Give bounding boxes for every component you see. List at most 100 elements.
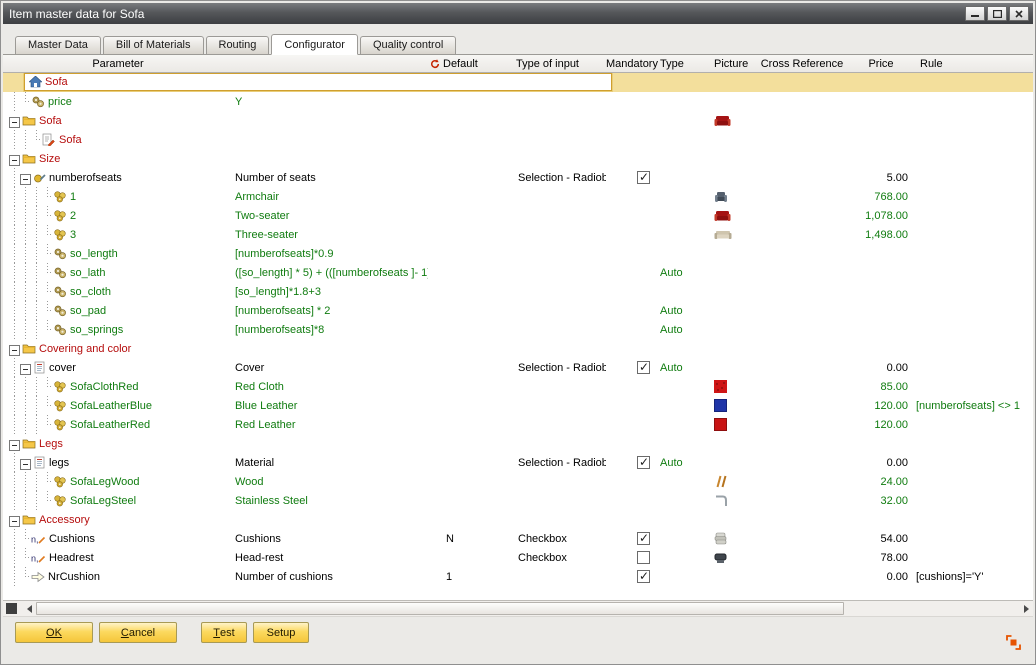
table-row[interactable]: legsMaterialSelection - RadioboxAuto0.00	[3, 453, 1033, 472]
column-header-default[interactable]: Default	[428, 55, 508, 73]
mandatory-checkbox[interactable]	[637, 551, 650, 564]
table-row[interactable]: Sofa	[3, 130, 1033, 149]
tab-configurator[interactable]: Configurator	[271, 34, 358, 55]
description-cell: Blue Leather	[233, 396, 428, 415]
table-row[interactable]: Accessory	[3, 510, 1033, 529]
rule-cell	[914, 149, 1033, 168]
description-cell: ([so_length] * 5) + (([numberofseats ]- …	[233, 263, 428, 282]
column-header-type[interactable]: Type	[658, 55, 702, 73]
type-cell	[658, 548, 702, 567]
maximize-button[interactable]	[987, 6, 1007, 21]
rule-cell	[914, 206, 1033, 225]
default-value-cell	[428, 377, 508, 396]
tab-master-data[interactable]: Master Data	[15, 36, 101, 54]
table-row[interactable]: so_cloth[so_length]*1.8+3	[3, 282, 1033, 301]
tab-quality-control[interactable]: Quality control	[360, 36, 456, 54]
price-cell-text: 1,078.00	[865, 210, 908, 222]
collapse-toggle[interactable]	[20, 174, 31, 185]
tree-guide	[9, 301, 20, 320]
rule-cell	[914, 111, 1033, 130]
rule-cell	[914, 434, 1033, 453]
column-header-rule[interactable]: Rule	[914, 55, 1033, 73]
tree-guide	[20, 472, 31, 491]
table-row[interactable]: SofaClothRedRed Cloth85.00	[3, 377, 1033, 396]
table-row[interactable]: n,CushionsCushionsNCheckbox54.00	[3, 529, 1033, 548]
table-row[interactable]: Size	[3, 149, 1033, 168]
table-row[interactable]: coverCoverSelection - RadioboxAuto0.00	[3, 358, 1033, 377]
type-of-input-cell	[508, 282, 606, 301]
resize-corner-icon[interactable]	[1006, 635, 1021, 655]
column-header-price[interactable]: Price	[848, 55, 914, 73]
mandatory-checkbox[interactable]	[637, 570, 650, 583]
tree-elbow	[42, 206, 53, 225]
close-button[interactable]	[1009, 6, 1029, 21]
folder-icon	[22, 153, 36, 164]
table-row[interactable]: Sofa	[3, 73, 1033, 92]
collapse-toggle[interactable]	[9, 345, 20, 356]
price-cell: 24.00	[848, 472, 914, 491]
table-row[interactable]: so_lath([so_length] * 5) + (([numberofse…	[3, 263, 1033, 282]
type-cell: Auto	[658, 263, 702, 282]
setup-button[interactable]: Setup	[253, 622, 309, 643]
table-row[interactable]: Legs	[3, 434, 1033, 453]
mandatory-checkbox[interactable]	[637, 456, 650, 469]
column-header-type-of-input[interactable]: Type of input	[508, 55, 606, 73]
table-row[interactable]: 1Armchair768.00	[3, 187, 1033, 206]
tree-elbow	[42, 320, 53, 339]
table-row[interactable]: Sofa	[3, 111, 1033, 130]
mandatory-checkbox[interactable]	[637, 171, 650, 184]
table-row[interactable]: SofaLeatherBlueBlue Leather120.00[number…	[3, 396, 1033, 415]
test-button[interactable]: Test	[201, 622, 247, 643]
column-header-parameter[interactable]: Parameter	[3, 55, 233, 73]
table-row[interactable]: priceY	[3, 92, 1033, 111]
table-row[interactable]: NrCushionNumber of cushions10.00[cushion…	[3, 567, 1033, 586]
parameter-name: SofaClothRed	[70, 381, 139, 393]
table-row[interactable]: SofaLeatherRedRed Leather120.00	[3, 415, 1033, 434]
collapse-toggle[interactable]	[20, 364, 31, 375]
column-header-mandatory[interactable]: Mandatory	[606, 55, 658, 73]
table-row[interactable]: so_pad[numberofseats] * 2Auto	[3, 301, 1033, 320]
table-row[interactable]: so_length[numberofseats]*0.9	[3, 244, 1033, 263]
tab-bill-of-materials[interactable]: Bill of Materials	[103, 36, 204, 54]
collapse-toggle[interactable]	[9, 440, 20, 451]
scrollbar-thumb[interactable]	[36, 602, 844, 615]
table-row[interactable]: numberofseatsNumber of seatsSelection - …	[3, 168, 1033, 187]
description-cell-text: Three-seater	[235, 229, 298, 241]
minimize-button[interactable]	[965, 6, 985, 21]
collapse-toggle[interactable]	[9, 516, 20, 527]
collapse-toggle[interactable]	[20, 459, 31, 470]
scroll-right-button[interactable]	[1019, 601, 1033, 616]
column-header-picture[interactable]: Picture	[702, 55, 756, 73]
cross-reference-cell	[756, 149, 848, 168]
tab-routing[interactable]: Routing	[206, 36, 270, 54]
horizontal-scrollbar[interactable]	[3, 600, 1033, 617]
parameter-cell: so_springs	[3, 320, 233, 339]
table-row[interactable]: Covering and color	[3, 339, 1033, 358]
table-row[interactable]: so_springs[numberofseats]*8Auto	[3, 320, 1033, 339]
picture-cell	[702, 73, 756, 92]
table-row[interactable]: 2Two-seater1,078.00	[3, 206, 1033, 225]
price-cell-text: 0.00	[887, 571, 908, 583]
table-row[interactable]: SofaLegSteelStainless Steel32.00	[3, 491, 1033, 510]
selected-parameter-editor[interactable]: Sofa	[24, 73, 612, 91]
default-value-cell	[428, 282, 508, 301]
table-row[interactable]: SofaLegWoodWood24.00	[3, 472, 1033, 491]
tree-guide	[9, 130, 20, 149]
collapse-toggle[interactable]	[9, 155, 20, 166]
splitter-handle[interactable]	[6, 603, 17, 614]
table-row[interactable]: 3Three-seater1,498.00	[3, 225, 1033, 244]
collapse-toggle[interactable]	[9, 117, 20, 128]
column-header-cross-reference[interactable]: Cross Reference	[756, 55, 848, 73]
scroll-left-button[interactable]	[22, 601, 36, 616]
mandatory-checkbox[interactable]	[637, 361, 650, 374]
ok-button[interactable]: OK	[15, 622, 93, 643]
default-value-cell	[428, 244, 508, 263]
tab-bar: Master Data Bill of Materials Routing Co…	[3, 24, 1033, 55]
table-row[interactable]: n,HeadrestHead-restCheckbox78.00	[3, 548, 1033, 567]
parameter-cell: SofaLeatherRed	[3, 415, 233, 434]
type-cell	[658, 225, 702, 244]
parameter-name: Size	[39, 153, 60, 165]
price-cell	[848, 244, 914, 263]
mandatory-checkbox[interactable]	[637, 532, 650, 545]
cancel-button[interactable]: Cancel	[99, 622, 177, 643]
